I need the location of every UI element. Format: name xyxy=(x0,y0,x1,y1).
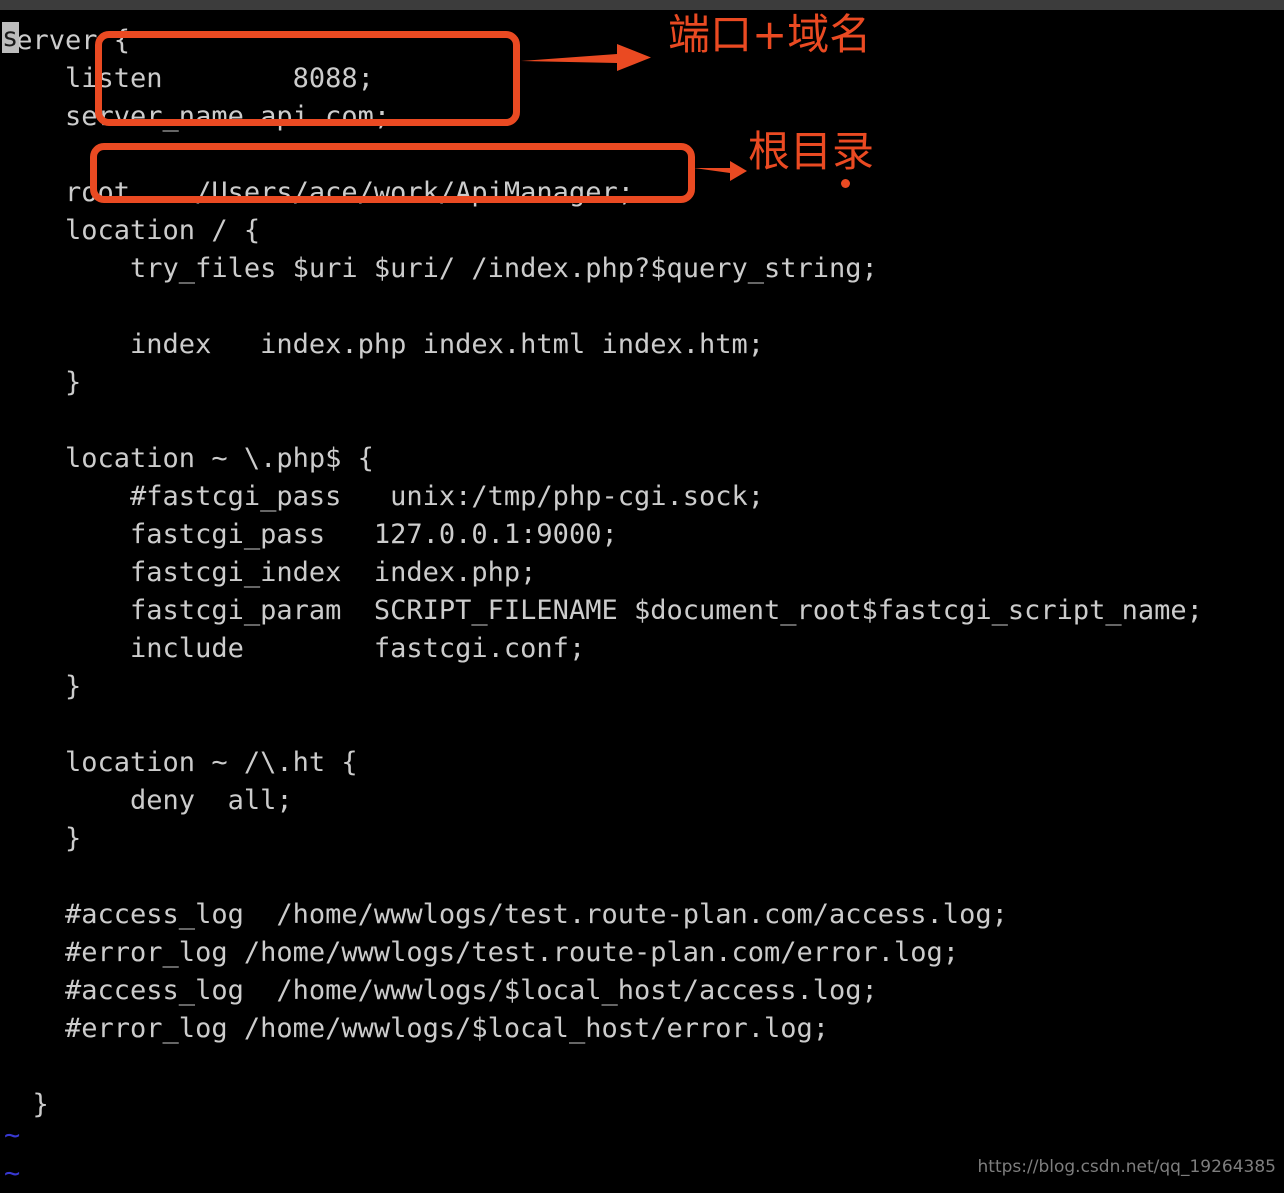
code-line: } xyxy=(0,367,82,398)
code-line: #error_log /home/wwwlogs/test.route-plan… xyxy=(0,937,960,968)
code-line: root /Users/ace/work/ApiManager; xyxy=(0,177,634,208)
code-line: #access_log /home/wwwlogs/test.route-pla… xyxy=(0,899,1008,930)
code-line: #fastcgi_pass unix:/tmp/php-cgi.sock; xyxy=(0,481,765,512)
watermark-text: https://blog.csdn.net/qq_19264385 xyxy=(977,1157,1276,1177)
code-line: include fastcgi.conf; xyxy=(0,633,586,664)
code-line: try_files $uri $uri/ /index.php?$query_s… xyxy=(0,253,878,284)
code-line: #access_log /home/wwwlogs/$local_host/ac… xyxy=(0,975,878,1006)
terminal-window: server { listen 8088; server_name api.co… xyxy=(0,0,1284,1189)
code-line: location ~ /\.ht { xyxy=(0,747,358,778)
code-line: fastcgi_pass 127.0.0.1:9000; xyxy=(0,519,618,550)
code-line: fastcgi_param SCRIPT_FILENAME $document_… xyxy=(0,595,1203,626)
code-line: location / { xyxy=(0,215,261,246)
window-titlebar xyxy=(0,0,1284,10)
empty-line-tilde: ~ xyxy=(4,1120,21,1151)
code-line: } xyxy=(0,671,82,702)
code-line: listen 8088; xyxy=(0,63,374,94)
empty-line-tilde: ~ xyxy=(4,1158,21,1189)
code-line: deny all; xyxy=(0,785,293,816)
code-line: index index.php index.html index.htm; xyxy=(0,329,765,360)
code-line: fastcgi_index index.php; xyxy=(0,557,537,588)
code-editor-buffer[interactable]: server { listen 8088; server_name api.co… xyxy=(0,10,1284,1189)
code-line: server { xyxy=(0,25,131,56)
code-line: server_name api.com; xyxy=(0,101,391,132)
code-line: } xyxy=(0,823,82,854)
text-cursor-char: s xyxy=(2,22,19,53)
code-line: location ~ \.php$ { xyxy=(0,443,374,474)
code-line: #error_log /home/wwwlogs/$local_host/err… xyxy=(0,1013,830,1044)
